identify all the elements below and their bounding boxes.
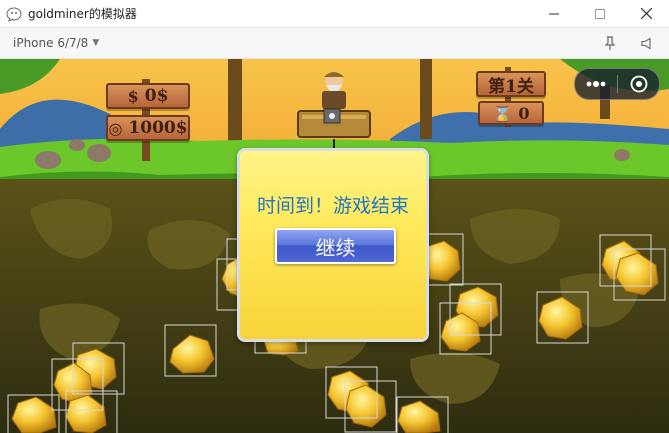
minimize-icon: [549, 13, 559, 14]
window-title: goldminer的模拟器: [28, 7, 137, 21]
timer-value: 0: [518, 103, 530, 123]
maximize-button[interactable]: [577, 0, 623, 27]
hourglass-icon: ⌛: [492, 103, 513, 123]
maximize-icon: [595, 8, 605, 19]
minimize-button[interactable]: [531, 0, 577, 27]
close-icon: [640, 8, 652, 19]
chevron-down-icon: ▼: [92, 38, 100, 48]
device-label: iPhone 6/7/8: [13, 36, 89, 50]
mine-cart: [297, 108, 371, 138]
tree-trunk: [420, 59, 432, 139]
target-display: ◎ 1000$: [106, 115, 190, 141]
dollar-icon: $: [127, 86, 139, 106]
window-controls: [531, 0, 669, 27]
dialog-title: 时间到！游戏结束: [256, 195, 409, 217]
more-icon: [586, 81, 606, 87]
window-titlebar: goldminer的模拟器: [0, 0, 669, 28]
target-icon: ◎: [108, 118, 123, 138]
toolbar-icons: [603, 28, 653, 58]
simulator-toolbar: iPhone 6/7/8 ▼: [0, 28, 669, 59]
game-over-dialog: 时间到！游戏结束 继续: [237, 148, 429, 342]
more-button[interactable]: [575, 69, 617, 99]
continue-button[interactable]: 继续: [275, 228, 396, 264]
level-value: 第1关: [488, 76, 534, 97]
wechat-devtools-icon: [6, 7, 22, 22]
rock: [87, 144, 111, 162]
close-button[interactable]: [623, 0, 669, 27]
rock: [614, 149, 630, 161]
pin-icon[interactable]: [603, 36, 617, 50]
rock: [35, 151, 61, 169]
tree-trunk: [228, 59, 242, 149]
money-display: $ 0$: [106, 83, 190, 109]
rock: [69, 139, 85, 151]
target-close-icon: [630, 75, 647, 93]
level-display: 第1关: [476, 71, 546, 97]
volume-icon[interactable]: [639, 36, 653, 50]
capsule-menu: [574, 68, 660, 100]
capsule-close-button[interactable]: [618, 69, 659, 99]
game-canvas[interactable]: $ 0$ ◎ 1000$ 第1关 ⌛ 0 时间到！游戏结束 继续: [0, 59, 669, 433]
target-value: 1000$: [128, 118, 188, 138]
device-select[interactable]: iPhone 6/7/8 ▼: [13, 36, 99, 50]
timer-display: ⌛ 0: [478, 101, 544, 125]
money-value: 0$: [144, 86, 169, 106]
